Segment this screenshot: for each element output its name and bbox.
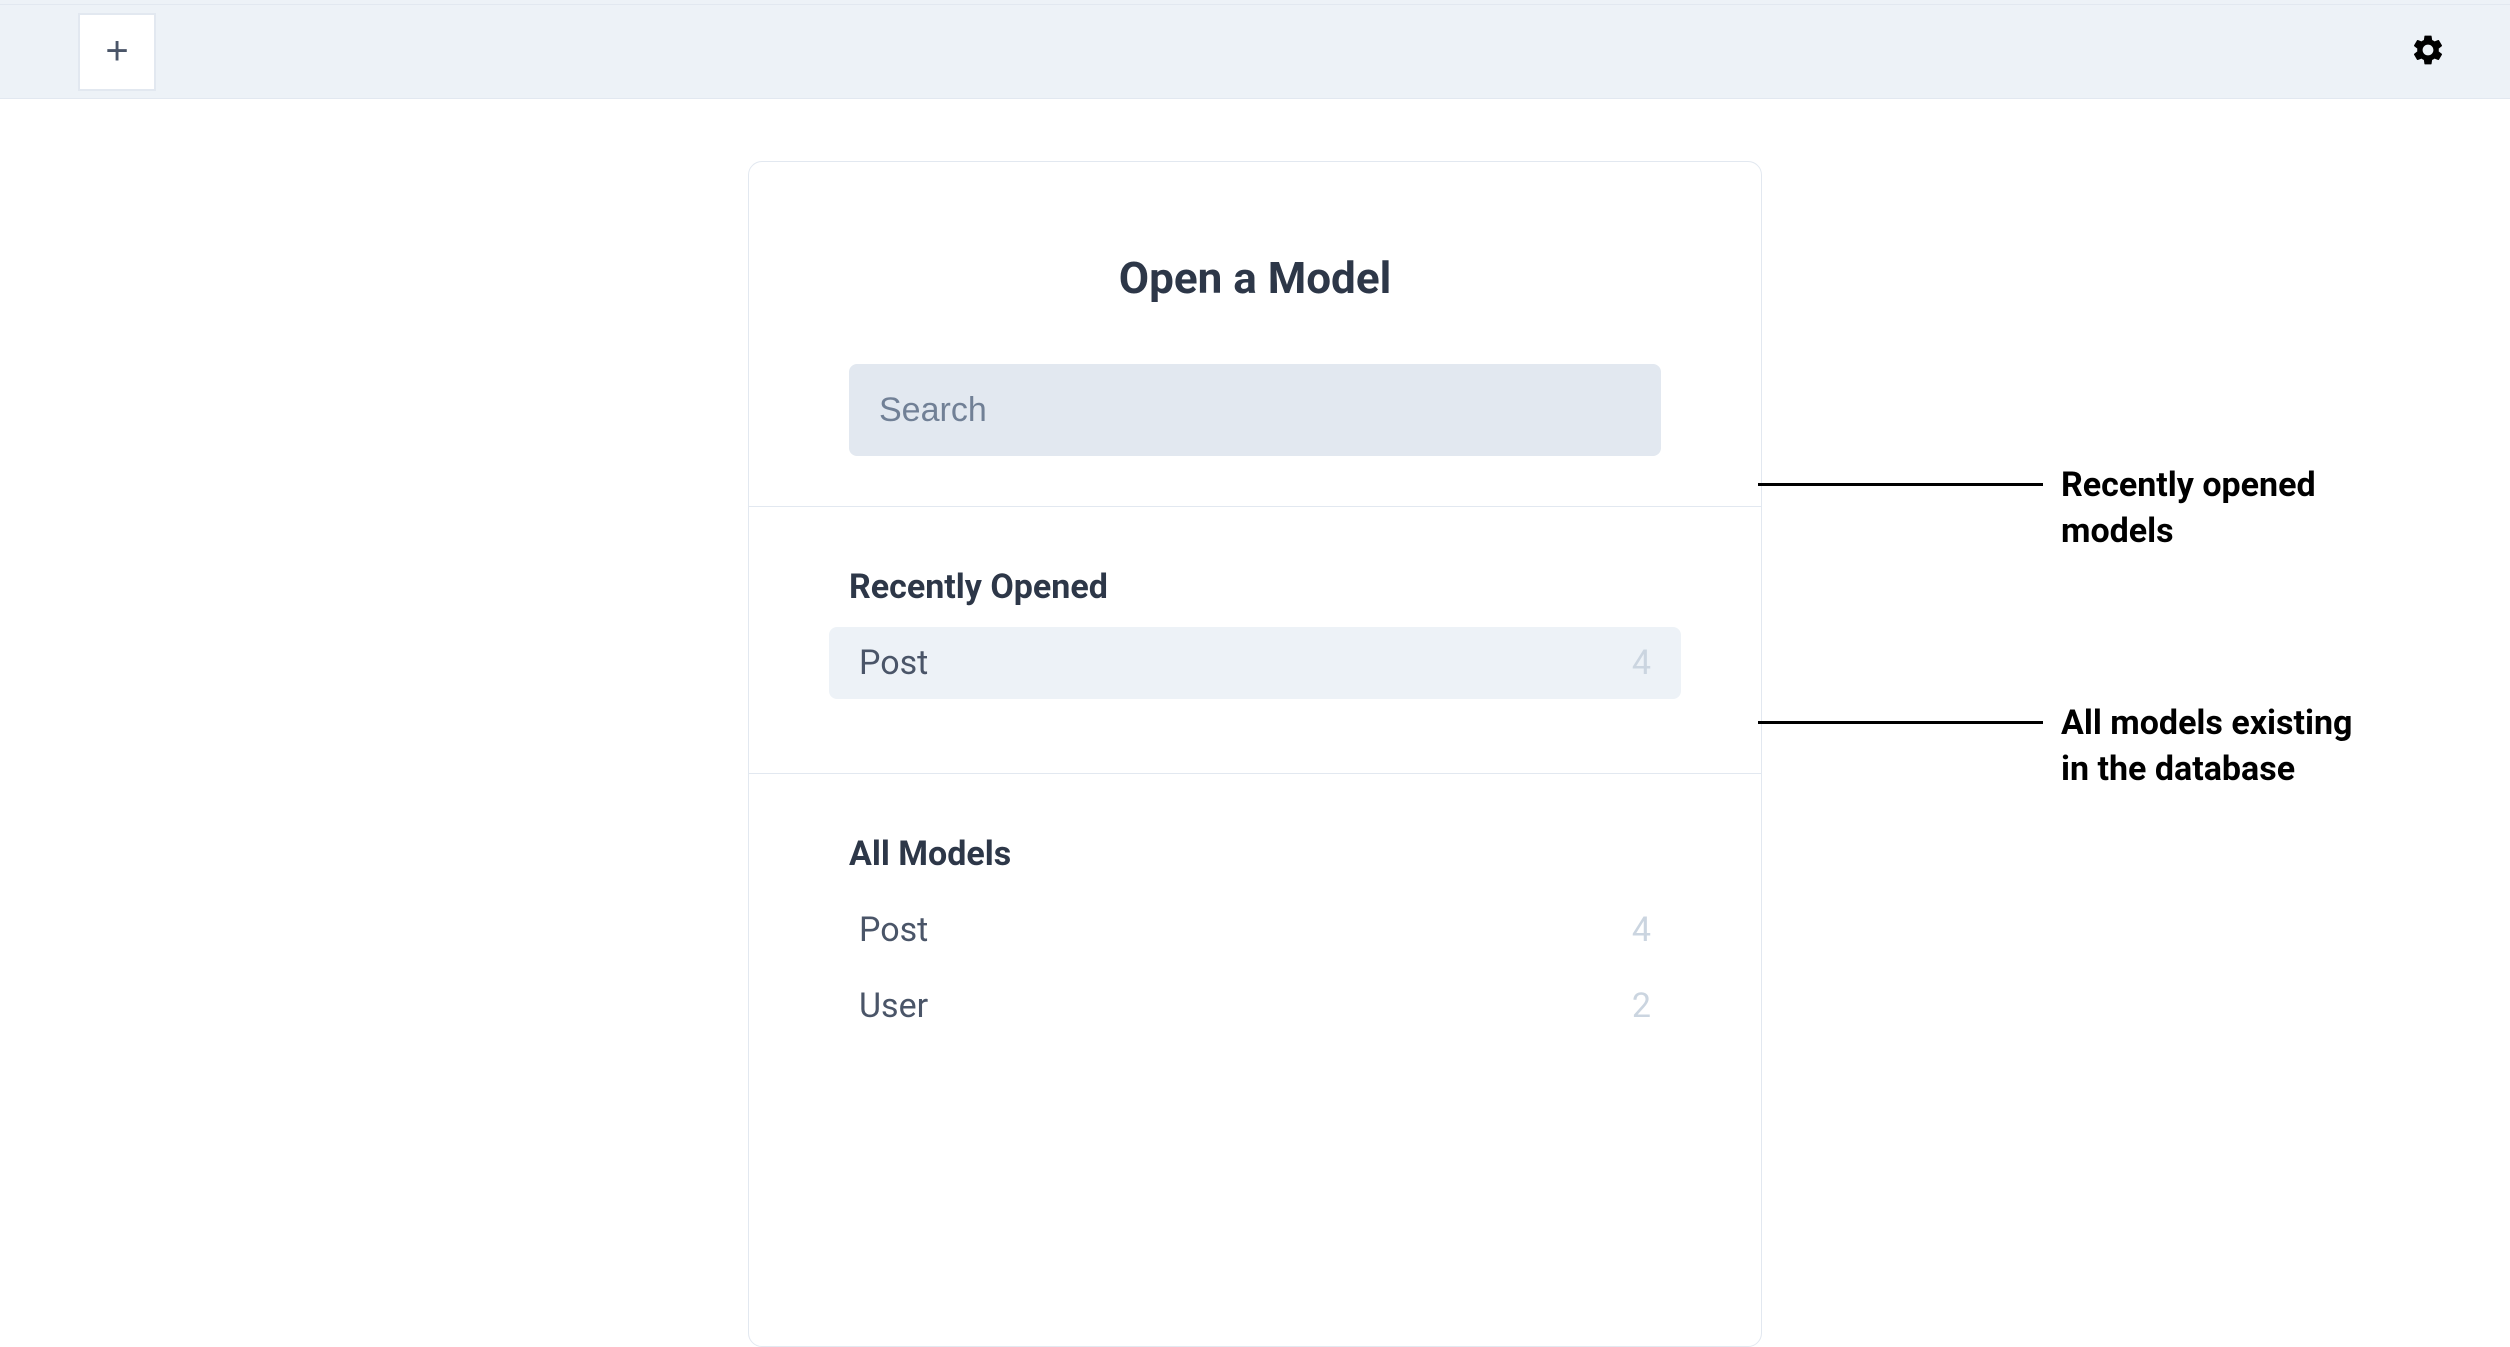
annotation-all-models: All models existingin the database xyxy=(1758,701,2352,793)
recently-opened-section: Recently Opened Post 4 xyxy=(749,507,1761,774)
topbar: + xyxy=(0,5,2510,99)
settings-button[interactable] xyxy=(2406,30,2450,74)
all-models-row[interactable]: User 2 xyxy=(829,970,1681,1042)
gear-icon xyxy=(2410,32,2446,71)
annotation-line xyxy=(1758,721,2043,724)
annotation-text: All models existingin the database xyxy=(2061,701,2352,793)
model-count: 2 xyxy=(1632,986,1651,1026)
search-input[interactable] xyxy=(849,364,1661,456)
annotation-line xyxy=(1758,483,2043,486)
model-count: 4 xyxy=(1632,910,1651,950)
model-count: 4 xyxy=(1632,643,1651,683)
model-name: Post xyxy=(859,910,928,950)
modal-title: Open a Model xyxy=(849,252,1661,304)
all-models-title: All Models xyxy=(829,834,1681,874)
recently-opened-model-row[interactable]: Post 4 xyxy=(829,627,1681,699)
annotation-text: Recently openedmodels xyxy=(2061,463,2316,555)
recently-opened-title: Recently Opened xyxy=(829,567,1681,607)
modal-header: Open a Model xyxy=(749,162,1761,507)
open-model-modal: Open a Model Recently Opened Post 4 All … xyxy=(748,161,1762,1347)
model-name: User xyxy=(859,986,928,1026)
add-tab-button[interactable]: + xyxy=(78,13,156,91)
plus-icon: + xyxy=(105,29,128,74)
main-area: Open a Model Recently Opened Post 4 All … xyxy=(0,99,2510,1347)
all-models-row[interactable]: Post 4 xyxy=(829,894,1681,966)
model-name: Post xyxy=(859,643,928,683)
annotation-recently-opened: Recently openedmodels xyxy=(1758,463,2316,555)
all-models-section: All Models Post 4 User 2 xyxy=(749,774,1761,1346)
